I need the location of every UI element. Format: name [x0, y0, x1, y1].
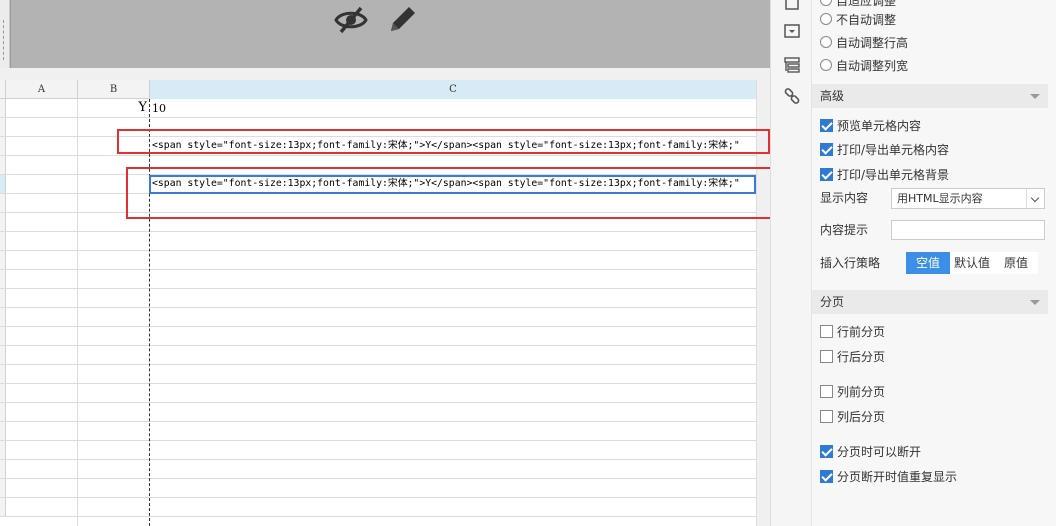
selected-cell-outline: [149, 175, 756, 194]
pencil-icon[interactable]: [385, 3, 419, 37]
radio-auto-fit[interactable]: 自适应调整: [820, 0, 896, 9]
checkbox[interactable]: [820, 469, 833, 483]
property-tab-strip: [770, 0, 812, 526]
table-row: [0, 365, 756, 384]
insert-option-default[interactable]: 默认值: [950, 252, 994, 274]
checkbox[interactable]: [820, 444, 833, 458]
checkbox-label: 列前分页: [837, 384, 886, 399]
insert-option-null[interactable]: 空值: [906, 252, 950, 274]
eye-slash-icon[interactable]: [333, 3, 369, 37]
table-row: [0, 289, 756, 308]
section-title: 高级: [820, 89, 845, 103]
checkbox[interactable]: [820, 349, 833, 363]
display-content-label: 显示内容: [820, 191, 869, 205]
checkbox[interactable]: [820, 384, 833, 398]
checkbox-label: 列后分页: [837, 409, 886, 424]
radio-no-adjust[interactable]: 不自动调整: [820, 10, 896, 28]
tooltip-input[interactable]: [891, 220, 1045, 240]
checkbox-can-break[interactable]: 分页时可以断开: [820, 442, 921, 460]
table-row: [0, 308, 756, 327]
column-header: A B C: [0, 80, 756, 99]
checkbox-page-before-row[interactable]: 行前分页: [820, 322, 885, 340]
page-break-line: [149, 99, 150, 526]
chevron-down-icon[interactable]: [1030, 300, 1040, 305]
insert-policy-label: 插入行策略: [820, 256, 881, 270]
table-row: [0, 460, 756, 479]
dropdown-box-icon[interactable]: [783, 22, 801, 40]
cell-b1[interactable]: Y: [78, 99, 149, 117]
checkbox-label: 预览单元格内容: [837, 118, 922, 133]
vertical-scrollbar[interactable]: [756, 80, 770, 526]
cell-properties-panel: 自适应调整 不自动调整 自动调整行高 自动调整列宽 高级 预览单元格内容 打印/…: [812, 0, 1056, 526]
preview-canvas: [10, 0, 770, 68]
chevron-down-icon[interactable]: [1026, 189, 1044, 208]
table-row: [0, 118, 756, 137]
cell-c3[interactable]: <span style="font-size:13px;font-family:…: [152, 137, 754, 155]
column-a-header[interactable]: A: [6, 80, 78, 99]
checkbox-preview-content[interactable]: 预览单元格内容: [820, 116, 921, 134]
checkbox[interactable]: [820, 409, 833, 423]
checkbox-page-after-row[interactable]: 行后分页: [820, 347, 885, 365]
checkbox-page-after-col[interactable]: 列后分页: [820, 407, 885, 425]
table-row: [0, 251, 756, 270]
table-row: [0, 270, 756, 289]
checkbox-label: 行前分页: [837, 324, 886, 339]
checkbox-repeat-on-break[interactable]: 分页断开时值重复显示: [820, 467, 957, 485]
display-content-select[interactable]: 用HTML显示内容: [891, 188, 1045, 209]
table-row: [0, 156, 756, 175]
radio-label: 不自动调整: [836, 12, 897, 27]
checkbox-print-export-content[interactable]: 打印/导出单元格内容: [820, 140, 949, 158]
checkbox-print-export-background[interactable]: 打印/导出单元格背景: [820, 165, 949, 183]
table-row: [0, 194, 756, 213]
paging-section-header[interactable]: 分页: [812, 290, 1048, 314]
table-row: [0, 213, 756, 232]
column-b-header[interactable]: B: [78, 80, 150, 99]
table-row: [0, 346, 756, 365]
section-title: 分页: [820, 295, 845, 309]
table-row: [0, 232, 756, 251]
radio-circle[interactable]: [820, 36, 832, 48]
table-row: [0, 327, 756, 346]
table-row: [0, 403, 756, 422]
left-ruler: [0, 0, 10, 68]
checkbox-label: 打印/导出单元格内容: [837, 142, 950, 157]
crop-icon[interactable]: [783, 0, 801, 12]
table-row: [0, 498, 756, 517]
radio-auto-col-width[interactable]: 自动调整列宽: [820, 56, 908, 74]
checkbox[interactable]: [820, 324, 833, 338]
insert-policy-segmented[interactable]: 空值 默认值 原值: [906, 252, 1038, 274]
checkbox-label: 打印/导出单元格背景: [837, 167, 950, 182]
cell-c1[interactable]: 10: [152, 100, 252, 118]
checkbox-label: 分页断开时值重复显示: [837, 469, 958, 484]
checkbox-page-before-col[interactable]: 列前分页: [820, 382, 885, 400]
chevron-down-icon[interactable]: [1030, 94, 1040, 99]
spreadsheet: A B C Y 10 <span style="font-size:13px;f…: [0, 80, 770, 526]
radio-circle[interactable]: [820, 59, 832, 71]
checkbox[interactable]: [820, 142, 833, 156]
radio-circle[interactable]: [820, 13, 832, 25]
checkbox-label: 分页时可以断开: [837, 444, 922, 459]
tooltip-label: 内容提示: [820, 223, 869, 237]
advanced-section-header[interactable]: 高级: [812, 84, 1048, 108]
link-icon[interactable]: [783, 87, 801, 105]
table-row: [0, 441, 756, 460]
column-divider: [77, 99, 78, 526]
column-c-header[interactable]: C: [150, 80, 756, 99]
checkbox[interactable]: [820, 167, 833, 181]
insert-option-original[interactable]: 原值: [994, 252, 1038, 274]
radio-label: 自动调整列宽: [836, 58, 909, 73]
radio-auto-row-height[interactable]: 自动调整行高: [820, 33, 908, 51]
radio-label: 自适应调整: [836, 0, 897, 8]
checkbox[interactable]: [820, 118, 833, 132]
table-row: [0, 422, 756, 441]
cell-grid[interactable]: Y 10 <span style="font-size:13px;font-fa…: [0, 99, 756, 526]
preview-area: [0, 0, 770, 80]
select-value: 用HTML显示内容: [897, 192, 983, 205]
layers-icon[interactable]: [783, 56, 801, 74]
radio-circle[interactable]: [820, 0, 832, 6]
radio-label: 自动调整行高: [836, 35, 909, 50]
table-row: [0, 479, 756, 498]
table-row: [0, 384, 756, 403]
checkbox-label: 行后分页: [837, 349, 886, 364]
